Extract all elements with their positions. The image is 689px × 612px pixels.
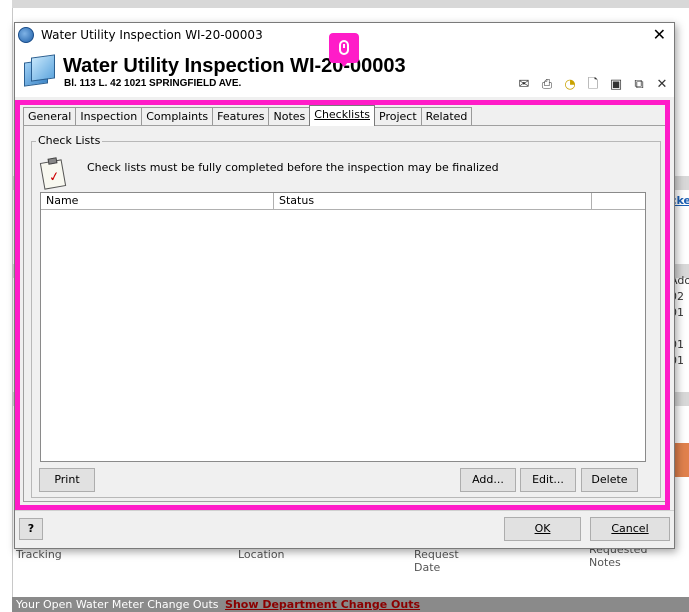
- background-divider: [12, 8, 13, 598]
- checklist-message: Check lists must be fully completed befo…: [87, 161, 499, 174]
- tab-complaints[interactable]: Complaints: [141, 107, 214, 126]
- clock-icon[interactable]: ◔: [562, 77, 578, 93]
- print-icon[interactable]: ⎙: [539, 77, 555, 93]
- close-icon[interactable]: ✕: [654, 77, 670, 93]
- print-button[interactable]: Print: [39, 468, 95, 492]
- group-label: Check Lists: [36, 134, 103, 147]
- background-column-header: Tracking: [16, 548, 62, 561]
- delete-button[interactable]: Delete: [581, 468, 638, 492]
- header-toolbar: ✉ ⎙ ◔ 🗋 ▣ ⧉ ✕: [516, 77, 670, 93]
- background-footer: Your Open Water Meter Change Outs Show D…: [12, 597, 689, 612]
- save-icon[interactable]: ▣: [608, 77, 624, 93]
- mouse-icon: [339, 40, 349, 55]
- column-header-extra[interactable]: [592, 193, 645, 209]
- mouse-click-indicator: [329, 33, 359, 67]
- tab-inspection[interactable]: Inspection: [75, 107, 143, 126]
- column-header-name[interactable]: Name: [41, 193, 274, 209]
- background-column-header: Request Date: [414, 548, 459, 574]
- tab-related[interactable]: Related: [420, 107, 473, 126]
- clipboard-icon: ✓: [39, 157, 67, 190]
- background-band: [12, 0, 689, 8]
- background-column-header: Location: [238, 548, 285, 561]
- tab-notes[interactable]: Notes: [268, 107, 311, 126]
- globe-icon: [18, 27, 34, 43]
- column-header-status[interactable]: Status: [274, 193, 592, 209]
- ok-button[interactable]: OK: [504, 517, 581, 541]
- help-button[interactable]: ?: [19, 518, 43, 540]
- tab-project[interactable]: Project: [374, 107, 422, 126]
- edit-button[interactable]: Edit...: [520, 468, 576, 492]
- inspection-dialog: Water Utility Inspection WI-20-00003 ✕ W…: [14, 22, 675, 549]
- footer-text: Your Open Water Meter Change Outs: [16, 598, 219, 611]
- add-button[interactable]: Add...: [460, 468, 516, 492]
- footer-separator: [15, 510, 674, 511]
- tab-strip: General Inspection Complaints Features N…: [23, 105, 473, 126]
- tab-features[interactable]: Features: [212, 107, 270, 126]
- header-subtitle: Bl. 113 L. 42 1021 SPRINGFIELD AVE.: [64, 78, 242, 89]
- inspection-pages-icon: [24, 54, 56, 87]
- show-department-change-outs-link[interactable]: Show Department Change Outs: [225, 598, 420, 611]
- checklist-table[interactable]: Name Status: [40, 192, 646, 462]
- new-document-icon[interactable]: 🗋: [585, 77, 601, 93]
- table-header: Name Status: [41, 193, 645, 210]
- window-title: Water Utility Inspection WI-20-00003: [41, 28, 263, 42]
- check-lists-group: Check Lists ✓ Check lists must be fully …: [31, 134, 661, 498]
- copy-icon[interactable]: ⧉: [631, 77, 647, 93]
- window-close-button[interactable]: ✕: [653, 25, 666, 45]
- tab-general[interactable]: General: [23, 107, 77, 126]
- checklists-tab-panel: Check Lists ✓ Check lists must be fully …: [23, 125, 668, 502]
- email-icon[interactable]: ✉: [516, 77, 532, 93]
- cancel-button[interactable]: Cancel: [590, 517, 670, 541]
- tab-checklists[interactable]: Checklists: [309, 105, 375, 126]
